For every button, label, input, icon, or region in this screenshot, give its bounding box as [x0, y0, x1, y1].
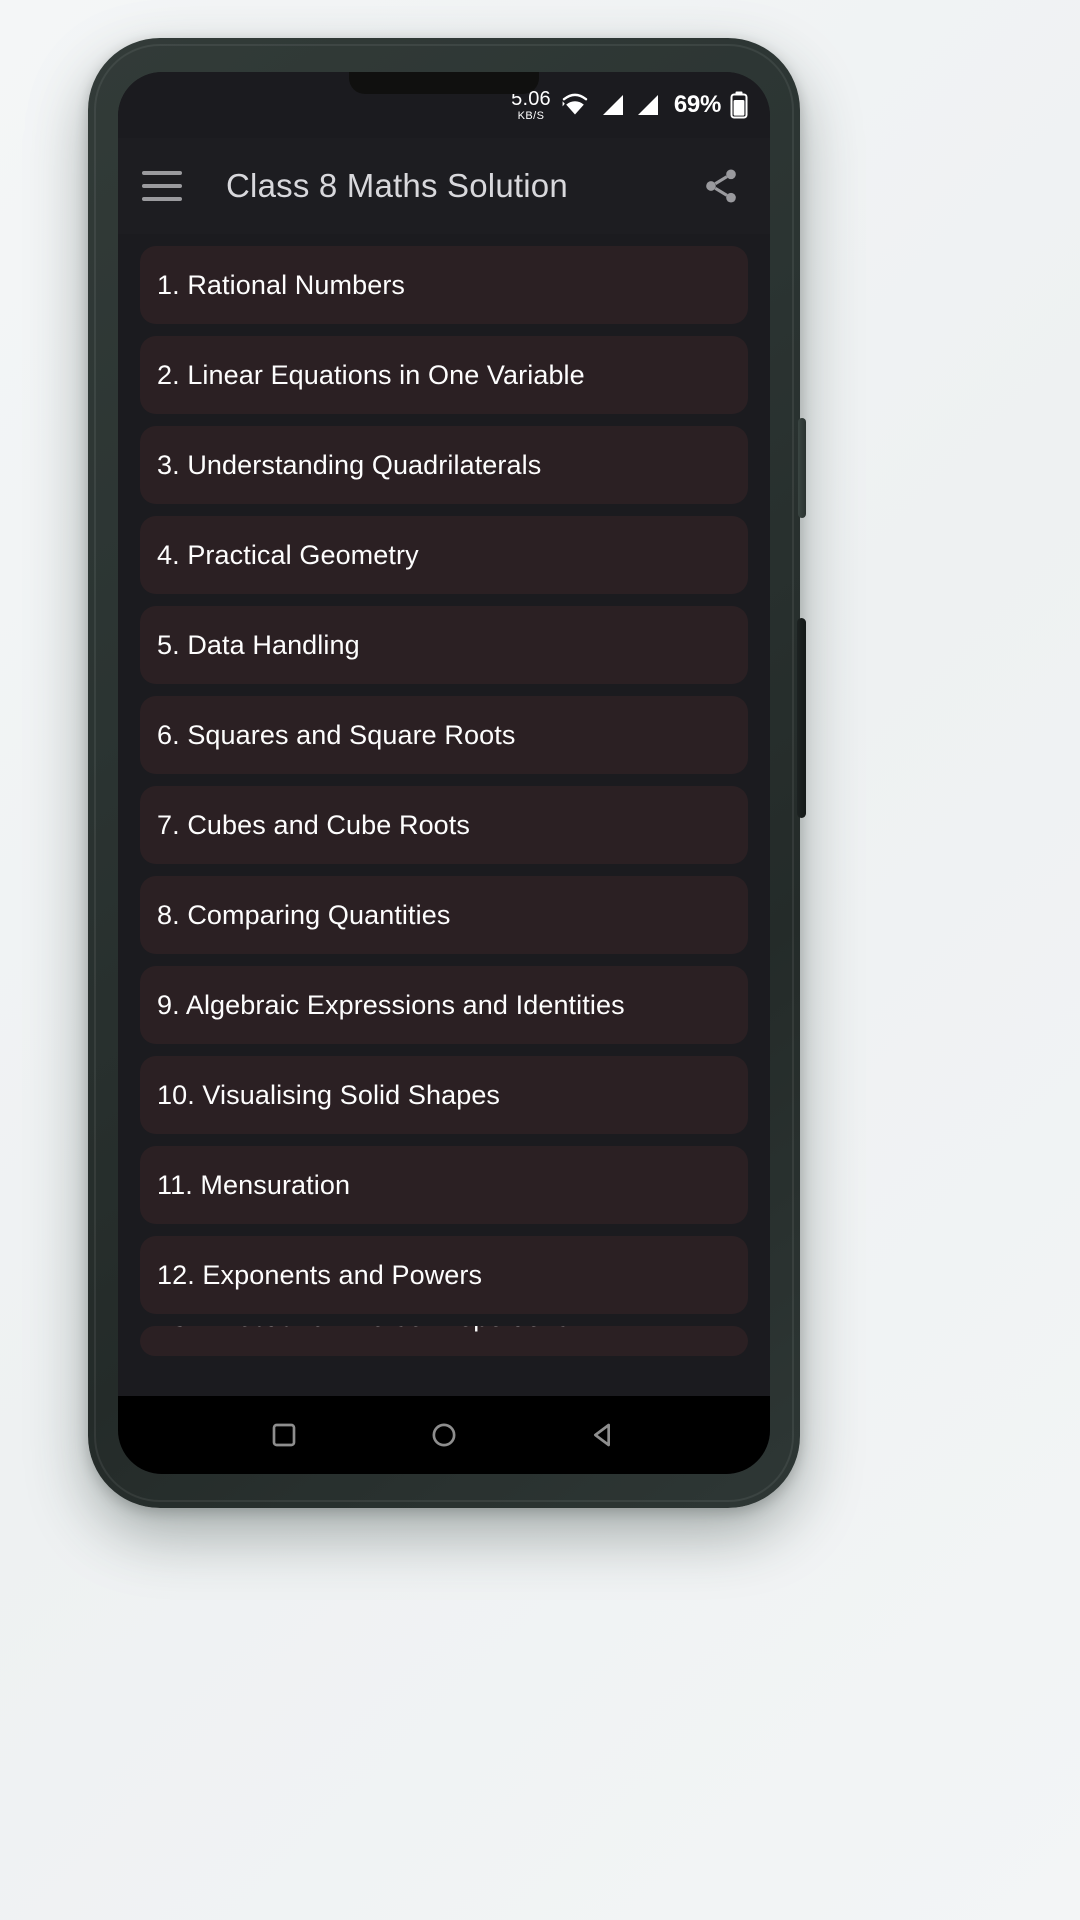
triangle-back-icon[interactable]	[588, 1419, 620, 1451]
chapter-label: 4. Practical Geometry	[157, 539, 419, 570]
android-navigation-bar	[118, 1396, 770, 1474]
list-item[interactable]: 9. Algebraic Expressions and Identities	[140, 966, 748, 1044]
square-recents-icon[interactable]	[268, 1419, 300, 1451]
screen-notch	[349, 72, 539, 94]
battery-icon	[730, 91, 748, 119]
chapter-label: 8. Comparing Quantities	[157, 899, 451, 930]
chapter-list[interactable]: 1. Rational Numbers 2. Linear Equations …	[118, 234, 770, 1396]
chapter-label: 7. Cubes and Cube Roots	[157, 809, 470, 840]
chapter-label: 12. Exponents and Powers	[157, 1259, 483, 1290]
list-item[interactable]: 7. Cubes and Cube Roots	[140, 786, 748, 864]
list-item[interactable]: 10. Visualising Solid Shapes	[140, 1056, 748, 1134]
share-icon[interactable]	[698, 163, 744, 209]
app-bar: Class 8 Maths Solution	[118, 138, 770, 234]
wifi-icon	[560, 92, 590, 118]
chapter-label: 2. Linear Equations in One Variable	[157, 359, 585, 390]
list-item[interactable]: 12. Exponents and Powers	[140, 1236, 748, 1314]
list-item[interactable]: 13. Direct and Inverse Proportions	[140, 1326, 748, 1356]
list-item[interactable]: 6. Squares and Square Roots	[140, 696, 748, 774]
cellular-signal-icon-2	[634, 92, 660, 118]
circle-home-icon[interactable]	[428, 1419, 460, 1451]
hamburger-bar	[142, 184, 182, 188]
power-button[interactable]	[797, 618, 806, 818]
chapter-label: 9. Algebraic Expressions and Identities	[157, 989, 625, 1020]
list-item[interactable]: 4. Practical Geometry	[140, 516, 748, 594]
list-item[interactable]: 5. Data Handling	[140, 606, 748, 684]
page-title: Class 8 Maths Solution	[226, 167, 568, 204]
screenshot-root: 5.06 KB/S 69% Class 8 Maths Solution 1. …	[0, 0, 1080, 1920]
network-speed-unit: KB/S	[517, 109, 545, 122]
chapter-label: 11. Mensuration	[157, 1169, 351, 1200]
chapter-label: 5. Data Handling	[157, 629, 360, 660]
phone-screen: 5.06 KB/S 69% Class 8 Maths Solution 1. …	[118, 72, 770, 1474]
list-item[interactable]: 8. Comparing Quantities	[140, 876, 748, 954]
volume-button[interactable]	[798, 418, 806, 518]
cellular-signal-icon-1	[599, 92, 625, 118]
chapter-label: 13. Direct and Inverse Proportions	[157, 1326, 570, 1333]
battery-percentage-label: 69%	[673, 91, 721, 118]
chapter-label: 6. Squares and Square Roots	[157, 719, 516, 750]
list-item[interactable]: 3. Understanding Quadrilaterals	[140, 426, 748, 504]
list-item[interactable]: 1. Rational Numbers	[140, 246, 748, 324]
list-item[interactable]: 2. Linear Equations in One Variable	[140, 336, 748, 414]
chapter-label: 3. Understanding Quadrilaterals	[157, 449, 542, 480]
hamburger-menu-icon[interactable]	[142, 171, 182, 201]
hamburger-bar	[142, 171, 182, 175]
chapter-label: 10. Visualising Solid Shapes	[157, 1079, 501, 1110]
hamburger-bar	[142, 197, 182, 201]
list-item[interactable]: 11. Mensuration	[140, 1146, 748, 1224]
chapter-label: 1. Rational Numbers	[157, 269, 406, 300]
